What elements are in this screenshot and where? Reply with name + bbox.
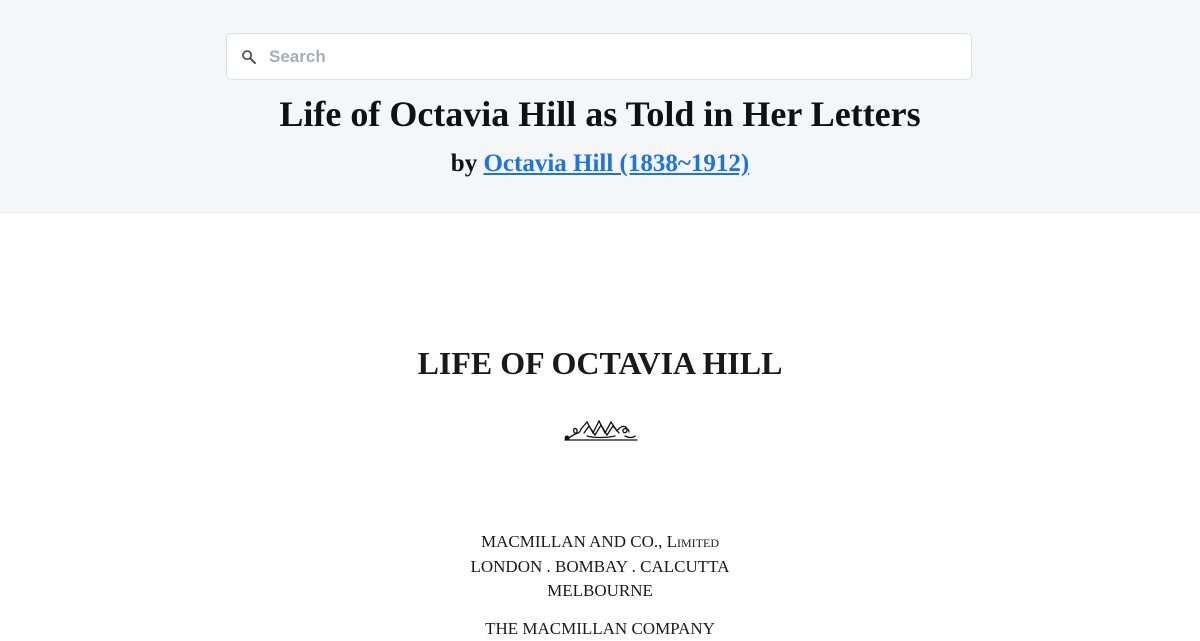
- author-link[interactable]: Octavia Hill (1838~1912): [483, 150, 749, 177]
- publisher-cities: LONDON . BOMBAY . CALCUTTA: [470, 556, 730, 576]
- publisher-suffix: Limited: [666, 532, 719, 551]
- book-title: Life of Octavia Hill as Told in Her Lett…: [279, 94, 921, 134]
- publisher-name: MACMILLAN AND CO., Limited: [0, 530, 1200, 555]
- page-header: Life of Octavia Hill as Told in Her Lett…: [0, 0, 1200, 213]
- by-label: by: [450, 150, 478, 177]
- byline: by Octavia Hill (1838~1912): [0, 150, 1200, 178]
- search-box[interactable]: [226, 33, 972, 80]
- search-icon: [242, 50, 257, 65]
- publisher-block: MACMILLAN AND CO., Limited LONDON . BOMB…: [0, 530, 1200, 604]
- publisher-city-2: MELBOURNE: [547, 581, 653, 600]
- search-input[interactable]: [269, 34, 959, 79]
- publisher-next-line: THE MACMILLAN COMPANY: [485, 619, 715, 638]
- publisher-name-text: MACMILLAN AND CO.,: [481, 532, 667, 551]
- decorative-ornament-icon: [564, 419, 638, 441]
- content-title: LIFE OF OCTAVIA HILL: [417, 345, 783, 381]
